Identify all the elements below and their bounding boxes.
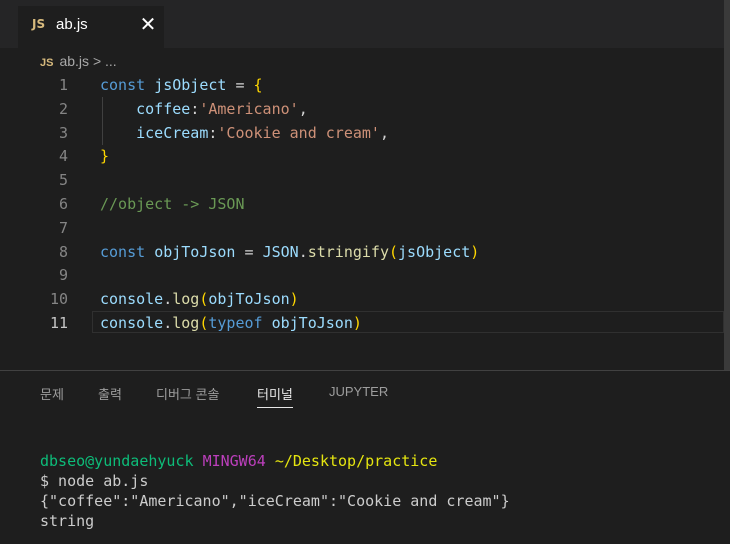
code-token: JSON xyxy=(262,242,299,261)
breadcrumb-more[interactable]: ... xyxy=(105,53,117,69)
code-line[interactable]: 6 //object -> JSON xyxy=(0,192,730,216)
code-line[interactable]: 3 iceCream:'Cookie and cream', xyxy=(0,121,730,145)
terminal-output[interactable]: dbseo@yundaehyuck MINGW64 ~/Desktop/prac… xyxy=(40,451,510,531)
line-number: 1 xyxy=(58,76,68,94)
code-text: const objToJson = JSON.stringify(jsObjec… xyxy=(100,240,479,264)
chevron-right-icon: > xyxy=(92,53,102,69)
code-text: console.log(objToJson) xyxy=(100,287,299,311)
code-token: objToJson xyxy=(271,314,353,332)
code-line[interactable]: 1 const jsObject = { xyxy=(0,73,730,97)
code-token: } xyxy=(100,147,110,166)
code-token: ) xyxy=(470,242,480,261)
javascript-file-icon: JS xyxy=(32,17,46,31)
editor-scrollbar[interactable] xyxy=(724,0,730,370)
line-number: 3 xyxy=(58,123,68,142)
code-token: objToJson xyxy=(208,290,290,309)
code-token: ) xyxy=(289,290,299,309)
terminal-user: dbseo@yundaehyuck xyxy=(40,452,194,470)
code-text: console.log(typeof objToJson) xyxy=(100,311,362,335)
code-token: , xyxy=(298,99,308,118)
breadcrumb-file[interactable]: ab.js xyxy=(59,53,89,69)
code-token: console xyxy=(100,290,164,309)
code-token: stringify xyxy=(307,242,389,261)
code-line[interactable]: 5 xyxy=(0,168,730,192)
terminal-output-line: {"coffee":"Americano","iceCream":"Cookie… xyxy=(40,492,510,510)
code-text: const jsObject = { xyxy=(100,73,263,97)
tab-output[interactable]: 출력 xyxy=(98,384,122,403)
code-line[interactable]: 2 coffee:'Americano', xyxy=(0,97,730,121)
code-token: coffee xyxy=(100,99,191,118)
code-token: jsObject xyxy=(154,76,227,94)
line-number: 2 xyxy=(58,99,68,118)
code-line[interactable]: 11 console.log(typeof objToJson) xyxy=(0,311,730,335)
code-line[interactable]: 10 console.log(objToJson) xyxy=(0,287,730,311)
bottom-panel: 문제 출력 디버그 콘솔 터미널 JUPYTER dbseo@yundaehyu… xyxy=(0,370,730,544)
line-number: 4 xyxy=(58,147,68,166)
code-text: //object -> JSON xyxy=(100,192,245,216)
code-token: : xyxy=(190,99,200,118)
terminal-prompt: dbseo@yundaehyuck MINGW64 ~/Desktop/prac… xyxy=(40,452,437,470)
code-token: iceCream xyxy=(100,123,209,142)
code-token: log xyxy=(172,290,200,309)
code-token: . xyxy=(163,314,173,332)
code-text: } xyxy=(100,144,109,168)
code-token: = xyxy=(226,76,254,94)
line-number: 10 xyxy=(49,290,68,309)
code-line[interactable]: 8 const objToJson = JSON.stringify(jsObje… xyxy=(0,240,730,264)
terminal-path: ~/Desktop/practice xyxy=(274,452,438,470)
tab-jupyter[interactable]: JUPYTER xyxy=(329,384,388,399)
line-number: 8 xyxy=(58,242,68,261)
tab-debug-console[interactable]: 디버그 콘솔 xyxy=(156,384,219,403)
code-line[interactable]: 9 xyxy=(0,263,730,287)
line-number: 6 xyxy=(58,195,68,213)
code-token: = xyxy=(235,242,263,261)
terminal-command: $ node ab.js xyxy=(40,472,149,490)
javascript-file-icon: JS xyxy=(40,57,54,69)
code-token: typeof xyxy=(208,314,272,332)
editor-tab-bar: JS ab.js ✕ xyxy=(0,0,730,48)
line-number: 5 xyxy=(58,171,68,190)
code-token: const xyxy=(100,76,155,94)
code-token: ) xyxy=(352,314,362,332)
code-line[interactable]: 4} xyxy=(0,144,730,168)
code-editor[interactable]: 1 const jsObject = {2 coffee:'Americano',… xyxy=(0,72,730,342)
code-token: 'Americano' xyxy=(199,99,299,118)
code-token: ( xyxy=(389,242,399,261)
code-token: . xyxy=(298,242,308,261)
breadcrumb: JS ab.js > ... xyxy=(40,53,117,71)
code-token: //object -> JSON xyxy=(100,195,245,213)
line-number: 9 xyxy=(58,266,68,285)
code-token: jsObject xyxy=(398,242,471,261)
close-icon[interactable]: ✕ xyxy=(139,12,157,36)
code-text: coffee:'Americano', xyxy=(100,97,308,121)
terminal-env: MINGW64 xyxy=(202,452,266,470)
tab-ab-js[interactable]: JS ab.js ✕ xyxy=(18,6,164,48)
code-text: iceCream:'Cookie and cream', xyxy=(100,121,389,145)
tab-problems[interactable]: 문제 xyxy=(40,384,64,403)
terminal-output-line: string xyxy=(40,512,95,530)
code-token: { xyxy=(253,76,263,94)
line-number: 11 xyxy=(49,314,68,332)
code-token: 'Cookie and cream' xyxy=(217,123,380,142)
tab-terminal[interactable]: 터미널 xyxy=(257,384,293,408)
code-token: console xyxy=(100,314,164,332)
code-token: log xyxy=(172,314,200,332)
code-token: , xyxy=(379,123,389,142)
code-line[interactable]: 7 xyxy=(0,216,730,240)
code-token: const xyxy=(100,242,155,261)
tab-filename: ab.js xyxy=(56,16,88,33)
code-token: objToJson xyxy=(154,242,236,261)
line-number: 7 xyxy=(58,218,68,237)
code-token: . xyxy=(163,290,173,309)
